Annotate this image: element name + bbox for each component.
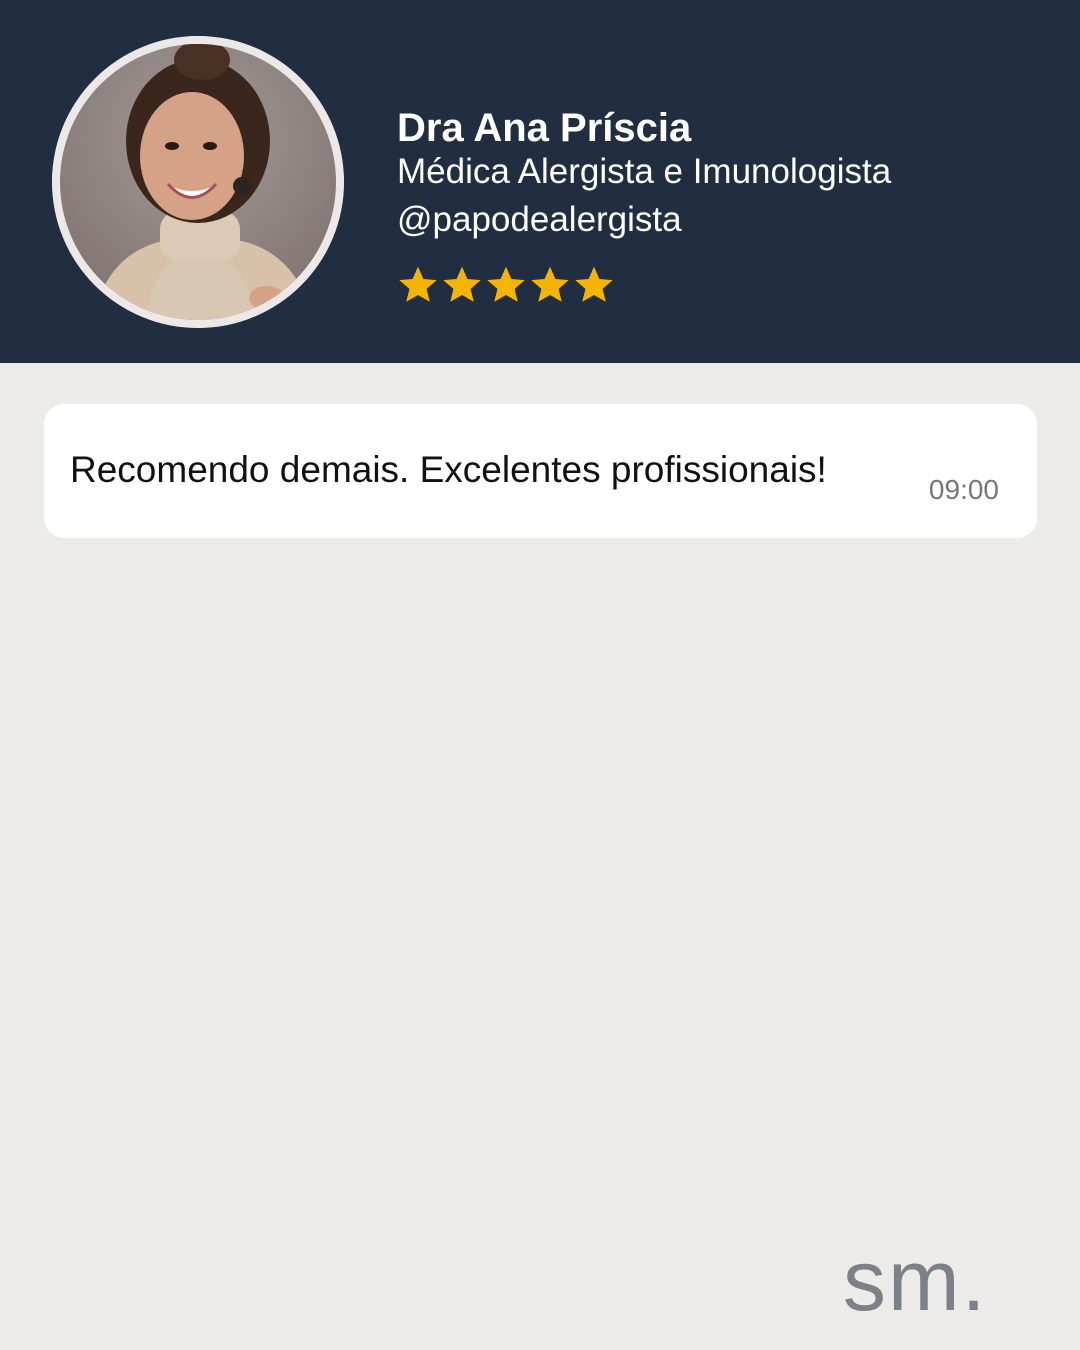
review-message-card: Recomendo demais. Excelentes profissiona…: [44, 404, 1037, 538]
avatar-photo: [52, 36, 344, 328]
message-timestamp: 09:00: [928, 474, 999, 505]
profile-title: Médica Alergista e Imunologista: [397, 152, 892, 191]
star-icon: [487, 266, 525, 302]
profile-header: Dra Ana Príscia Médica Alergista e Imuno…: [0, 0, 1080, 363]
profile-name: Dra Ana Príscia: [397, 106, 692, 150]
star-icon: [531, 266, 569, 302]
profile-handle: @papodealergista: [397, 200, 682, 239]
star-icon: [399, 266, 437, 302]
review-text: Recomendo demais. Excelentes profissiona…: [70, 449, 827, 490]
star-rating: [397, 264, 615, 306]
avatar: [52, 36, 344, 328]
brand-logo: sm.: [843, 1233, 988, 1329]
star-icon: [443, 266, 481, 302]
star-icon: [575, 266, 613, 302]
